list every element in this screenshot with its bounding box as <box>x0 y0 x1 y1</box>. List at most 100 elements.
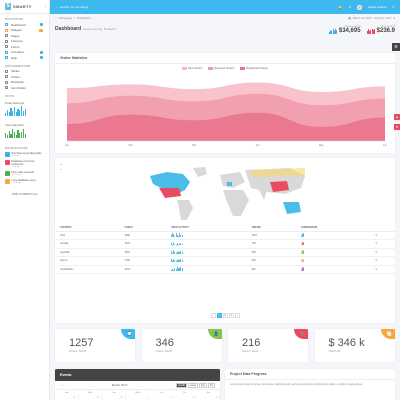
page-button[interactable]: 3 <box>228 313 234 318</box>
sidebar-item-icon-packs[interactable]: Icon Packs <box>0 85 49 91</box>
page-subtitle: Good morning, Bradgen! <box>83 27 116 31</box>
activity-cell <box>165 239 247 249</box>
edit-icon[interactable]: ✎ <box>375 251 377 254</box>
edit-icon[interactable]: ✎ <box>375 268 377 271</box>
calendar-date[interactable]: 4 <box>196 395 221 400</box>
stat-icon-badge: 📈 <box>380 329 395 339</box>
calendar-date[interactable]: 3 <box>173 395 197 400</box>
menu-icon <box>5 23 8 27</box>
envelope-icon[interactable]: ✉ <box>349 5 352 9</box>
user-name[interactable]: Felipe Antona <box>368 5 386 9</box>
calendar-date[interactable]: 27 <box>79 395 103 400</box>
sidebar-item-help[interactable]: Help <box>0 55 49 61</box>
sidebar-item-label: Dashboard <box>11 22 26 27</box>
notification-item[interactable]: Purchase & pending tasks Just now <box>0 151 49 159</box>
kpi-widget: TODAY'S SALES $34,695 <box>328 26 361 34</box>
breadcrumb-home[interactable]: Homepage <box>59 16 73 20</box>
project-progress-card: Project Data Progress Lorem ipsum dolor … <box>225 369 395 400</box>
activity-cell <box>165 231 247 240</box>
calendar-month: March 2017 <box>111 383 128 387</box>
column-header[interactable]: ONLINE <box>246 224 296 232</box>
map-europe <box>220 172 245 188</box>
sidebar-item-label: Tables <box>11 69 20 74</box>
table-row: France 1789 684 ✎ <box>55 256 395 266</box>
menu-icon <box>5 75 8 79</box>
storage-info: 7000 of 28000 Free <box>11 191 38 196</box>
stat-icon-badge: 👤 <box>207 329 222 339</box>
calendar-date[interactable]: 1 <box>126 395 150 400</box>
mini-bar <box>24 133 26 138</box>
column-header[interactable]: COUNTRY <box>55 224 120 232</box>
avatar[interactable] <box>357 4 363 10</box>
search-input[interactable]: Search for something... <box>60 5 91 9</box>
edit-icon[interactable]: ✎ <box>375 242 377 245</box>
date-range-text: March 13, 2017 - April 11, 2017 <box>352 16 392 20</box>
column-header[interactable]: COMPARISON <box>295 224 371 232</box>
comparison-pie-icon <box>300 267 305 271</box>
next-icon[interactable]: › <box>62 384 63 387</box>
search-box[interactable]: ⌕ Search for something... <box>56 5 91 9</box>
stat-icon-badge: 💬 <box>121 329 135 339</box>
online-cell: 684 <box>246 256 296 266</box>
notifications-heading: NOTIFICATIONS <box>5 146 28 150</box>
notification-item[interactable]: Long database query 1 hour ago <box>0 178 49 186</box>
page-button[interactable]: 2 <box>222 313 228 318</box>
calendar-view-button[interactable]: day <box>198 382 207 388</box>
notification-item[interactable]: Database error from webserver 2 min ago <box>0 159 49 170</box>
calendar-view-button[interactable]: week <box>188 382 198 388</box>
sidebar-collapse-icon[interactable]: ‹ <box>45 4 46 9</box>
notification-icon <box>5 171 10 176</box>
x-tick-label: Mar <box>192 143 197 147</box>
mini-chart-title: Today Earnings <box>5 100 25 105</box>
country-table: COUNTRY USERS USER ACTIVITY ONLINE COMPARISO… <box>55 224 395 274</box>
kpi-bar <box>374 29 376 34</box>
column-header[interactable] <box>370 224 395 232</box>
column-header[interactable]: USER ACTIVITY <box>165 224 247 232</box>
date-range-picker[interactable]: ▦ March 13, 2017 - April 11, 2017 ▾ <box>348 16 395 20</box>
menu-icon <box>5 86 8 90</box>
table-row: Australia 1654 583 ✎ <box>55 248 395 257</box>
bell-icon[interactable]: 🔔 <box>339 5 343 9</box>
edit-icon[interactable]: ✎ <box>375 259 377 262</box>
calendar-view-button[interactable]: month <box>176 382 188 388</box>
brand[interactable]: S SMARTY ‹ <box>0 0 49 14</box>
zoom-out-icon[interactable]: − <box>60 167 63 172</box>
stat-value: 346 <box>155 337 174 349</box>
comparison-cell <box>295 256 371 266</box>
page-button[interactable]: 1 <box>216 313 222 318</box>
scroll-up-icon[interactable]: ▲ <box>394 114 400 120</box>
project-progress-text: Lorem ipsum dolor sit amet, consectetur … <box>230 383 363 386</box>
column-header[interactable]: USERS <box>119 224 166 232</box>
activity-cell <box>165 256 247 266</box>
calendar-date[interactable]: 26 <box>55 395 79 400</box>
calendar-date[interactable]: 2 <box>149 395 173 400</box>
chevron-down-icon[interactable]: ▾ <box>392 5 394 9</box>
online-cell: 821 <box>246 265 296 274</box>
sidebar-item-label: Bootstrap <box>11 80 24 85</box>
map-south-america <box>177 200 193 220</box>
edit-cell: ✎ <box>370 248 395 257</box>
edit-cell: ✎ <box>370 239 395 249</box>
page-button[interactable]: ‹ <box>210 313 216 318</box>
notification-time: 2 min ago <box>11 166 21 168</box>
calendar-date[interactable]: 28 <box>102 395 126 400</box>
prev-icon[interactable]: ‹ <box>60 384 61 387</box>
map-australia <box>283 202 301 214</box>
breadcrumb-current: Dashboard <box>77 16 91 20</box>
settings-gear-icon[interactable]: ⚙ <box>392 43 400 51</box>
activity-sparkline <box>170 241 183 246</box>
topbar: ⌕ Search for something... 🔔 ✉ Felipe Ant… <box>50 0 400 14</box>
home-icon[interactable]: ⌂ <box>55 16 57 20</box>
activity-bar <box>181 267 183 271</box>
kpi-value: $236.9 <box>376 28 395 34</box>
notification-item[interactable]: New order received 12 min ago <box>0 170 49 178</box>
x-tick-label: Jan <box>65 143 70 147</box>
comparison-cell <box>295 231 371 240</box>
edit-icon[interactable]: ✎ <box>375 234 377 237</box>
page-button[interactable]: › <box>234 313 240 318</box>
notification-time: 12 min ago <box>11 174 22 176</box>
map-france <box>227 182 232 186</box>
scroll-down-icon[interactable]: ▼ <box>394 124 400 130</box>
activity-bar <box>181 243 183 246</box>
calendar-view-button[interactable]: list <box>207 382 215 388</box>
